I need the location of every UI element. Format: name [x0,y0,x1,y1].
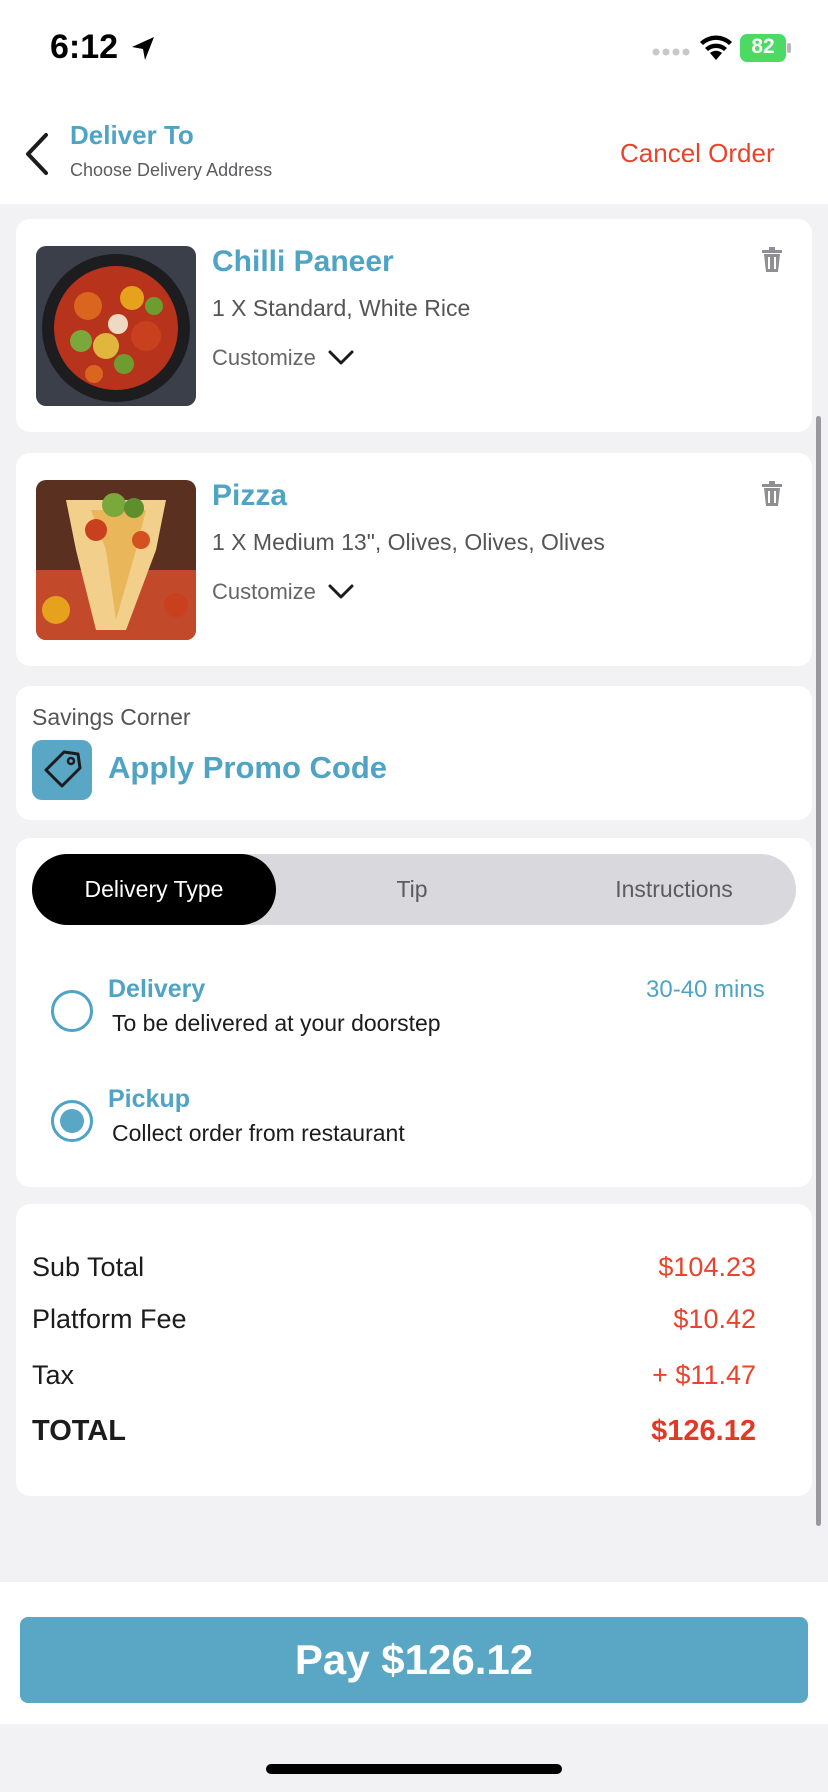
delivery-option-subtitle: To be delivered at your doorstep [112,1010,441,1036]
tab-delivery-type-label[interactable]: Delivery Type [32,876,276,903]
total-value: $126.12 [651,1415,756,1447]
tax-label: Tax [32,1360,75,1390]
delivery-option-title[interactable]: Delivery [108,975,205,1004]
delivery-address-subtitle[interactable]: Choose Delivery Address [70,160,272,181]
item-name: Pizza [212,479,288,512]
item-name: Chilli Paneer [212,245,394,278]
cancel-order-button[interactable]: Cancel Order [620,138,775,169]
chevron-down-icon[interactable] [328,350,354,366]
item-details: 1 X Medium 13", Olives, Olives, Olives [212,529,605,555]
customize-toggle[interactable]: Customize [212,345,316,371]
subtotal-label: Sub Total [32,1252,145,1282]
tab-tip[interactable]: Tip [312,876,512,903]
apply-promo-code-button[interactable]: Apply Promo Code [108,750,387,786]
pizza-image [36,480,196,640]
pay-button[interactable]: Pay $126.12 [20,1617,808,1703]
order-summary-card [16,1204,812,1496]
total-label: TOTAL [32,1415,126,1447]
home-indicator [266,1764,562,1774]
status-time: 6:12 [50,28,119,66]
tag-icon [44,750,82,788]
wifi-icon [700,35,732,60]
location-arrow-icon [132,37,154,60]
subtotal-value: $104.23 [658,1252,756,1282]
deliver-to-title[interactable]: Deliver To [70,120,194,151]
delivery-radio[interactable] [51,990,93,1032]
scrollbar[interactable] [816,416,821,1526]
chilli-paneer-image [36,246,196,406]
pickup-option-title[interactable]: Pickup [108,1085,190,1114]
item-details: 1 X Standard, White Rice [212,295,471,321]
back-chevron-icon[interactable] [22,132,52,176]
tax-value: + $11.47 [652,1360,756,1390]
savings-label: Savings Corner [32,704,191,730]
tab-instructions[interactable]: Instructions [574,876,774,903]
trash-icon[interactable] [761,481,783,507]
delivery-eta: 30-40 mins [646,976,765,1003]
pickup-option-subtitle: Collect order from restaurant [112,1120,405,1146]
pickup-radio-selected-dot [60,1109,84,1133]
customize-toggle[interactable]: Customize [212,579,316,605]
trash-icon[interactable] [761,247,783,273]
platform-fee-label: Platform Fee [32,1304,187,1334]
battery-level: 82 [751,35,775,58]
cellular-signal-icon [652,48,690,56]
promo-tag-badge[interactable] [32,740,92,800]
battery-icon: 82 [740,34,792,62]
platform-fee-value: $10.42 [673,1304,756,1334]
chevron-down-icon[interactable] [328,584,354,600]
